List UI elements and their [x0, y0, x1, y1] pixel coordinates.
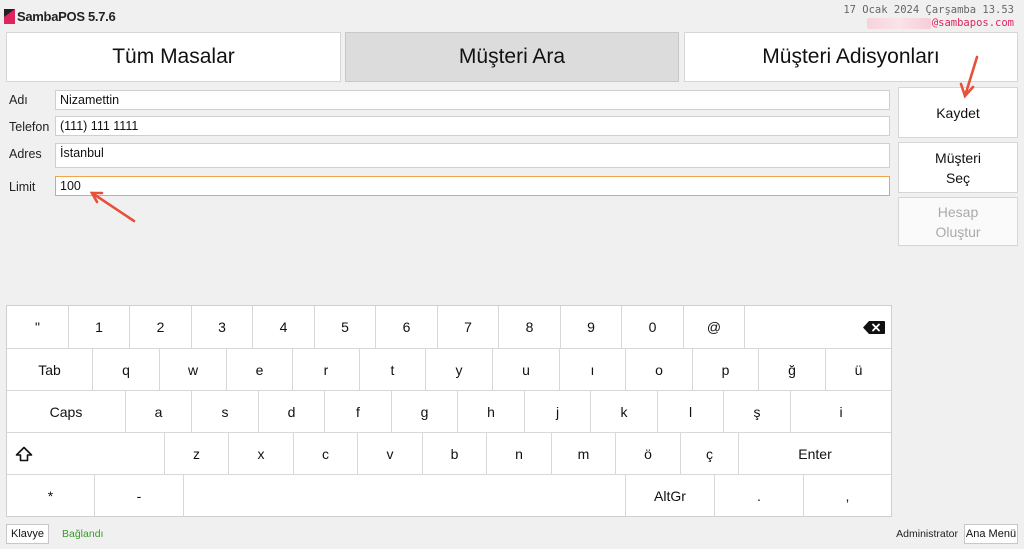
key-0[interactable]: 0: [622, 306, 683, 348]
on-screen-keyboard: " 1 2 3 4 5 6 7 8 9 0 @ Tab q w e r t y …: [6, 305, 892, 517]
key-asterisk[interactable]: *: [7, 475, 94, 516]
key-e[interactable]: e: [227, 349, 292, 390]
shift-arrow-icon: [15, 446, 33, 461]
current-user: Administrator: [896, 528, 958, 540]
key-1[interactable]: 1: [69, 306, 129, 348]
address-label: Adres: [9, 147, 42, 161]
key-r[interactable]: r: [293, 349, 359, 390]
key-o[interactable]: o: [626, 349, 692, 390]
title-bar: SambaPOS 5.7.6 17 Ocak 2024 Çarşamba 13.…: [0, 0, 1024, 32]
key-d[interactable]: d: [259, 391, 324, 432]
name-field[interactable]: [55, 90, 890, 110]
key-minus[interactable]: -: [95, 475, 183, 516]
tab-all-tables[interactable]: Tüm Masalar: [6, 32, 341, 82]
tab-customer-search[interactable]: Müşteri Ara: [345, 32, 679, 82]
create-account-button[interactable]: Hesap Oluştur: [898, 197, 1018, 246]
phone-field[interactable]: [55, 116, 890, 136]
key-m[interactable]: m: [552, 433, 615, 474]
key-space[interactable]: [184, 475, 625, 516]
key-u-umlaut[interactable]: ü: [826, 349, 891, 390]
key-w[interactable]: w: [160, 349, 226, 390]
key-s[interactable]: s: [192, 391, 258, 432]
key-4[interactable]: 4: [253, 306, 314, 348]
key-shift[interactable]: [7, 433, 164, 474]
key-q[interactable]: q: [93, 349, 159, 390]
key-t[interactable]: t: [360, 349, 425, 390]
limit-field[interactable]: [55, 176, 890, 196]
connection-status: Bağlandı: [62, 528, 104, 540]
user-email: @sambapos.com: [866, 17, 1014, 29]
key-7[interactable]: 7: [438, 306, 498, 348]
key-l[interactable]: l: [658, 391, 723, 432]
key-g[interactable]: g: [392, 391, 457, 432]
key-b[interactable]: b: [423, 433, 486, 474]
app-title: SambaPOS 5.7.6: [17, 9, 116, 24]
key-j[interactable]: j: [525, 391, 590, 432]
redacted-email-blur: [866, 17, 931, 29]
key-comma[interactable]: ,: [804, 475, 891, 516]
key-c-cedilla[interactable]: ç: [681, 433, 738, 474]
key-g-breve[interactable]: ğ: [759, 349, 825, 390]
key-enter[interactable]: Enter: [739, 433, 891, 474]
sambapos-logo-icon: [4, 9, 15, 24]
phone-label: Telefon: [9, 120, 50, 134]
key-n[interactable]: n: [487, 433, 551, 474]
key-f[interactable]: f: [325, 391, 391, 432]
key-altgr[interactable]: AltGr: [626, 475, 714, 516]
key-3[interactable]: 3: [192, 306, 252, 348]
key-c[interactable]: c: [294, 433, 357, 474]
key-tab[interactable]: Tab: [7, 349, 92, 390]
keyboard-toggle-button[interactable]: Klavye: [6, 524, 49, 544]
key-dotless-i[interactable]: ı: [560, 349, 625, 390]
key-p[interactable]: p: [693, 349, 758, 390]
key-u[interactable]: u: [493, 349, 559, 390]
address-field[interactable]: [55, 143, 890, 168]
key-h[interactable]: h: [458, 391, 524, 432]
limit-label: Limit: [9, 180, 36, 194]
key-s-cedilla[interactable]: ş: [724, 391, 790, 432]
key-6[interactable]: 6: [376, 306, 437, 348]
key-v[interactable]: v: [358, 433, 422, 474]
name-label: Adı: [9, 93, 28, 107]
key-x[interactable]: x: [229, 433, 293, 474]
key-quote[interactable]: ": [7, 306, 68, 348]
select-customer-button[interactable]: Müşteri Seç: [898, 142, 1018, 193]
arrow-to-limit-field-icon: [89, 191, 136, 223]
key-at[interactable]: @: [684, 306, 744, 348]
main-menu-button[interactable]: Ana Menü: [964, 524, 1018, 544]
key-8[interactable]: 8: [499, 306, 560, 348]
key-2[interactable]: 2: [130, 306, 191, 348]
key-backspace[interactable]: [745, 306, 891, 348]
key-5[interactable]: 5: [315, 306, 375, 348]
save-button[interactable]: Kaydet: [898, 87, 1018, 138]
key-o-umlaut[interactable]: ö: [616, 433, 680, 474]
datetime-display: 17 Ocak 2024 Çarşamba 13.53: [843, 4, 1014, 16]
key-9[interactable]: 9: [561, 306, 621, 348]
key-dotted-i[interactable]: i: [791, 391, 891, 432]
key-caps[interactable]: Caps: [7, 391, 125, 432]
tab-customer-tickets[interactable]: Müşteri Adisyonları: [684, 32, 1018, 82]
email-domain: @sambapos.com: [931, 17, 1014, 29]
key-period[interactable]: .: [715, 475, 803, 516]
key-k[interactable]: k: [591, 391, 657, 432]
backspace-icon: [863, 320, 885, 334]
key-z[interactable]: z: [165, 433, 228, 474]
key-y[interactable]: y: [426, 349, 492, 390]
key-a[interactable]: a: [126, 391, 191, 432]
